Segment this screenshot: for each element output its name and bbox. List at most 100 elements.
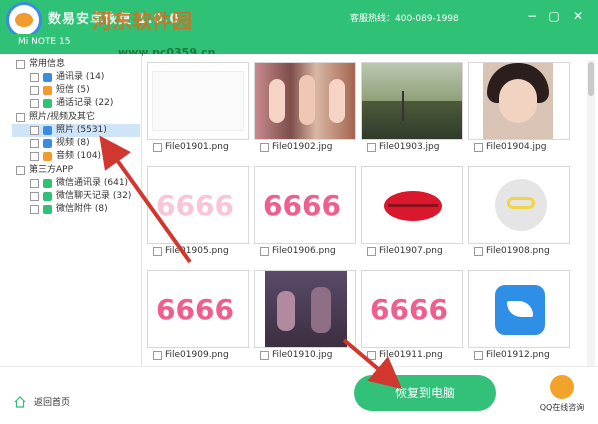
- file-checkbox[interactable]: [260, 246, 269, 256]
- sidebar-item-wechat-attachments[interactable]: 微信附件 (8): [30, 203, 108, 216]
- file-item[interactable]: File01907.png: [367, 246, 443, 256]
- sidebar-item-wechat-contacts[interactable]: 微信通讯录 (641): [30, 177, 128, 190]
- item-checkbox[interactable]: [30, 73, 39, 82]
- item-checkbox[interactable]: [30, 86, 39, 95]
- sidebar-item-call-log[interactable]: 通话记录 (22): [30, 97, 113, 110]
- file-thumbnail[interactable]: [254, 270, 356, 348]
- file-checkbox[interactable]: [153, 246, 162, 256]
- file-checkbox[interactable]: [474, 142, 483, 152]
- file-item[interactable]: File01904.jpg: [474, 142, 546, 152]
- scrollbar-thumb[interactable]: [588, 62, 594, 96]
- item-checkbox[interactable]: [30, 99, 39, 108]
- app-window: 数易安卓恢复 1.0.0 河东软件园 客服热线：400-089-1998 − ▢…: [0, 0, 598, 424]
- recover-to-computer-button[interactable]: 恢复到电脑: [354, 375, 496, 411]
- item-checkbox[interactable]: [30, 139, 39, 148]
- sticker-text: 6666: [263, 189, 341, 222]
- qq-consult-button[interactable]: QQ在线咨询: [532, 375, 592, 413]
- sidebar-item-video[interactable]: 视频 (8): [30, 137, 90, 150]
- file-checkbox[interactable]: [474, 350, 483, 360]
- file-name: File01901.png: [165, 142, 229, 152]
- file-thumbnail[interactable]: [147, 62, 249, 140]
- item-checkbox[interactable]: [30, 205, 39, 214]
- file-item[interactable]: File01906.png: [260, 246, 336, 256]
- file-item[interactable]: File01905.png: [153, 246, 229, 256]
- item-label: 通话记录 (22): [56, 98, 114, 108]
- item-label: 微信附件 (8): [56, 204, 108, 214]
- sidebar-item-contacts[interactable]: 通讯录 (14): [30, 71, 104, 84]
- file-thumbnail[interactable]: 6666: [361, 270, 463, 348]
- file-name: File01911.png: [379, 350, 443, 360]
- bottom-bar: 返回首页 恢复到电脑 QQ在线咨询: [0, 366, 598, 424]
- qq-avatar-icon: [550, 375, 574, 399]
- sms-icon: [43, 86, 52, 95]
- file-item[interactable]: File01910.jpg: [260, 350, 332, 360]
- file-thumbnail[interactable]: [361, 62, 463, 140]
- file-name: File01909.png: [165, 350, 229, 360]
- file-item[interactable]: File01903.jpg: [367, 142, 439, 152]
- header-strip: Mi NOTE 15: [0, 34, 598, 54]
- file-grid: File01901.png File01902.jpg File01903.jp…: [143, 54, 591, 366]
- file-checkbox[interactable]: [367, 142, 376, 152]
- item-label: 照片 (5531): [56, 125, 107, 135]
- file-checkbox[interactable]: [260, 350, 269, 360]
- file-name: File01906.png: [272, 246, 336, 256]
- sticker-text: 6666: [156, 189, 234, 222]
- file-checkbox[interactable]: [474, 246, 483, 256]
- sticker-text: 6666: [370, 293, 448, 326]
- file-thumbnail[interactable]: [361, 166, 463, 244]
- back-home-label: 返回首页: [34, 398, 71, 408]
- file-thumbnail[interactable]: 6666: [147, 166, 249, 244]
- file-name: File01912.png: [486, 350, 550, 360]
- file-name: File01904.jpg: [486, 142, 547, 152]
- back-home-button[interactable]: 返回首页: [14, 395, 70, 408]
- file-thumbnail[interactable]: 6666: [254, 166, 356, 244]
- sidebar-item-wechat-chats[interactable]: 微信聊天记录 (32): [30, 190, 131, 203]
- sidebar-item-photos[interactable]: 照片 (5531): [12, 124, 140, 137]
- group-checkbox[interactable]: [16, 166, 25, 175]
- item-label: 视频 (8): [56, 138, 90, 148]
- file-thumbnail[interactable]: 6666: [147, 270, 249, 348]
- file-thumbnail[interactable]: [468, 62, 570, 140]
- file-item[interactable]: File01908.png: [474, 246, 550, 256]
- hotline-text: 客服热线：400-089-1998: [350, 14, 459, 24]
- sidebar-item-sms[interactable]: 短信 (5): [30, 84, 90, 97]
- wechat-icon: [43, 179, 52, 188]
- file-checkbox[interactable]: [153, 350, 162, 360]
- maximize-icon[interactable]: ▢: [546, 8, 562, 24]
- minimize-icon[interactable]: −: [524, 8, 540, 24]
- group-checkbox[interactable]: [16, 60, 25, 69]
- watermark-logo-text: 河东软件园: [92, 9, 192, 33]
- file-checkbox[interactable]: [260, 142, 269, 152]
- file-name: File01910.jpg: [272, 350, 333, 360]
- group-common[interactable]: 常用信息: [16, 58, 65, 71]
- item-label: 微信通讯录 (641): [56, 178, 129, 188]
- app-logo-icon: [6, 2, 42, 38]
- group-third-party[interactable]: 第三方APP: [16, 164, 73, 177]
- item-checkbox[interactable]: [30, 152, 39, 161]
- file-item[interactable]: File01909.png: [153, 350, 229, 360]
- group-label: 照片/视频及其它: [29, 112, 96, 122]
- file-item[interactable]: File01901.png: [153, 142, 229, 152]
- photo-icon: [43, 126, 52, 135]
- device-name: Mi NOTE 15: [18, 37, 71, 47]
- file-checkbox[interactable]: [367, 350, 376, 360]
- item-checkbox[interactable]: [30, 179, 39, 188]
- file-checkbox[interactable]: [153, 142, 162, 152]
- sticker-text: 6666: [156, 293, 234, 326]
- group-label: 第三方APP: [29, 165, 74, 175]
- group-media[interactable]: 照片/视频及其它: [16, 111, 95, 124]
- file-item[interactable]: File01902.jpg: [260, 142, 332, 152]
- file-checkbox[interactable]: [367, 246, 376, 256]
- file-item[interactable]: File01911.png: [367, 350, 443, 360]
- file-thumbnail[interactable]: [468, 166, 570, 244]
- file-thumbnail[interactable]: [254, 62, 356, 140]
- item-checkbox[interactable]: [30, 192, 39, 201]
- close-icon[interactable]: ✕: [570, 8, 586, 24]
- file-item[interactable]: File01912.png: [474, 350, 550, 360]
- item-label: 音频 (104): [56, 151, 102, 161]
- group-checkbox[interactable]: [16, 113, 25, 122]
- vertical-scrollbar[interactable]: [587, 60, 595, 366]
- item-checkbox[interactable]: [30, 126, 39, 135]
- file-thumbnail[interactable]: [468, 270, 570, 348]
- sidebar-item-audio[interactable]: 音频 (104): [30, 150, 101, 163]
